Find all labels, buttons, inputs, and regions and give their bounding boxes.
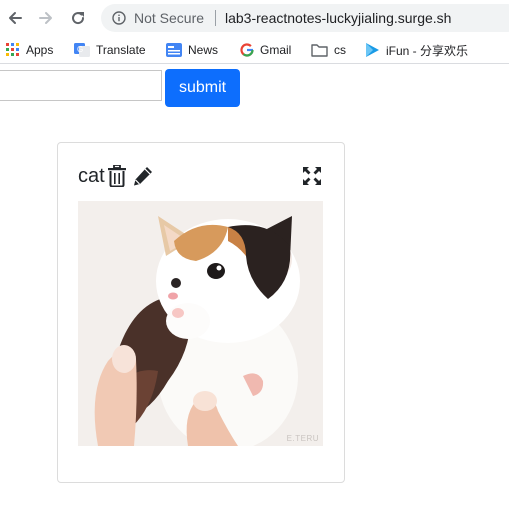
apps-grid-icon (6, 43, 19, 56)
bookmark-label: News (188, 43, 219, 57)
news-icon (166, 43, 182, 57)
bookmark-gmail[interactable]: Gmail (240, 40, 291, 60)
reload-button[interactable] (66, 6, 90, 30)
browser-toolbar: Not Secure lab3-reactnotes-luckyjialing.… (0, 0, 509, 36)
bookmark-label: Apps (26, 43, 54, 57)
back-arrow-icon (9, 12, 22, 24)
pencil-icon (134, 167, 152, 186)
back-button[interactable] (3, 6, 27, 30)
play-icon (366, 43, 379, 57)
google-g-icon (240, 43, 254, 57)
expand-note-button[interactable] (301, 165, 323, 187)
bookmark-label: cs (334, 43, 346, 57)
bookmark-label: Gmail (260, 43, 292, 57)
bookmarks-bar: Apps G Translate News Gmail cs iFun - 分享… (0, 36, 509, 64)
forward-button[interactable] (34, 6, 58, 30)
info-icon[interactable] (112, 11, 126, 25)
edit-note-button[interactable] (131, 164, 155, 188)
address-bar[interactable]: Not Secure lab3-reactnotes-luckyjialing.… (101, 4, 509, 32)
bookmark-cs-folder[interactable]: cs (311, 40, 346, 60)
url-separator (215, 10, 216, 26)
security-label: Not Secure (134, 10, 205, 26)
translate-icon: G (74, 43, 90, 57)
note-card: cat E.TERU (57, 142, 345, 483)
bookmark-label: iFun - 分享欢乐 (386, 43, 469, 58)
note-title-input[interactable] (0, 70, 162, 101)
kitten-illustration (78, 201, 323, 446)
trash-icon (108, 165, 126, 187)
delete-note-button[interactable] (107, 164, 127, 188)
folder-icon (311, 44, 328, 57)
bookmark-apps[interactable]: Apps (6, 40, 53, 60)
bookmark-label: Translate (96, 43, 146, 57)
forward-arrow-icon (39, 12, 52, 24)
note-title: cat (78, 165, 105, 187)
url-text[interactable]: lab3-reactnotes-luckyjialing.surge.sh (225, 10, 451, 26)
submit-button[interactable]: submit (165, 69, 240, 107)
bookmark-translate[interactable]: G Translate (74, 40, 146, 60)
cat-image: E.TERU (78, 201, 323, 446)
expand-icon (303, 167, 321, 185)
reload-icon (72, 12, 85, 25)
bookmark-ifun[interactable]: iFun - 分享欢乐 (364, 40, 468, 60)
page-content: submit cat E.TERU (0, 65, 509, 515)
image-watermark: E.TERU (286, 434, 319, 443)
svg-text:G: G (77, 45, 83, 54)
bookmark-news[interactable]: News (166, 40, 218, 60)
